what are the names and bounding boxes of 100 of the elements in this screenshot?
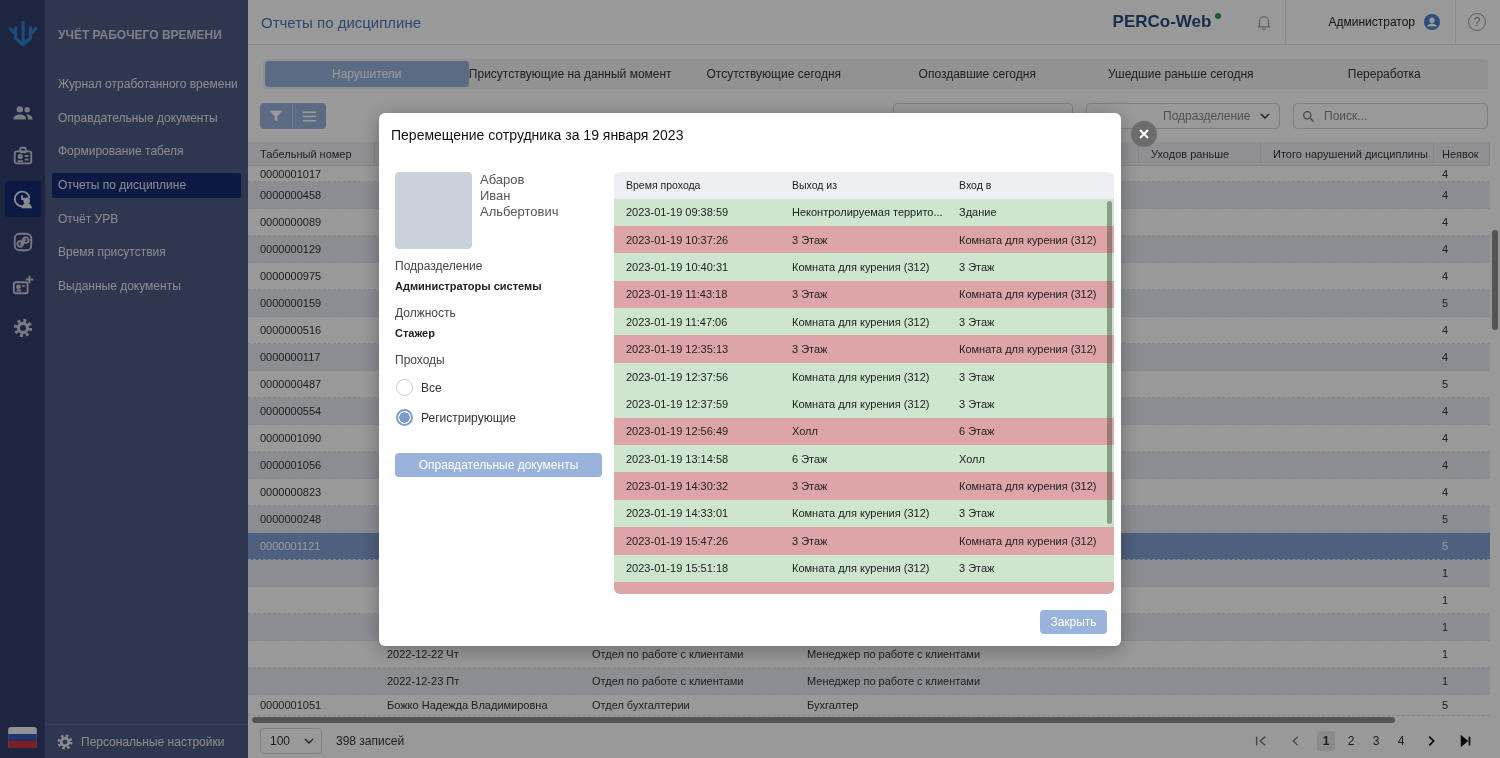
search-field[interactable]: Поиск... [1293, 103, 1488, 129]
chain-link-icon [11, 231, 34, 253]
table-cell-text: 4 [1441, 167, 1450, 180]
pass-row[interactable]: 2023-01-19 14:30:32 3 Этаж Комната для курения (312) [614, 472, 1114, 500]
flag-icon[interactable] [8, 727, 37, 748]
table-cell-text: 2023-01-19 14:30:32 [626, 480, 730, 493]
pass-row[interactable]: 2023-01-19 12:35:13 3 Этаж Комната для курения (312) [614, 335, 1114, 363]
table-cell-text: Комната для курения (312) [959, 233, 1098, 246]
table-cell-text: 4 [1441, 189, 1450, 201]
pass-row[interactable]: 2023-01-19 13:14:58 6 Этаж Холл [614, 445, 1114, 473]
table-cell-text: Комната для курения (312) [792, 397, 931, 410]
pass-row[interactable]: 2023-01-19 09:38:59 Неконтролируемая террито... Здание [614, 198, 1114, 226]
employee-name: Абаров [480, 171, 526, 188]
pass-row[interactable]: 2023-01-19 10:37:26 3 Этаж Комната для курения (312) [614, 225, 1114, 254]
table-cell-text: 4 [1441, 270, 1450, 282]
report-tab[interactable]: Переработка [1282, 61, 1486, 87]
columns-menu-button[interactable] [293, 103, 326, 129]
table-cell-text: 3 Этаж [792, 233, 829, 246]
page-number[interactable]: 1 [1317, 731, 1335, 751]
pass-row[interactable]: 2023-01-19 15:47:26 3 Этаж Комната для курения (312) [614, 527, 1114, 555]
page-size-select[interactable]: 100 [260, 728, 322, 754]
gear-icon[interactable] [56, 732, 74, 751]
table-cell-text: Неконтролируемая террито... [792, 206, 944, 219]
column-header: Вход в [959, 179, 993, 191]
table-cell-text: 0000001051 [259, 699, 323, 711]
dialog-title: Перемещение сотрудника за 19 января 2023 [391, 126, 685, 143]
report-tab[interactable]: Отсутствующие сегодня [672, 61, 876, 87]
table-cell-text: 2023-01-19 12:56:49 [626, 425, 730, 438]
table-cell-text: 4 [1441, 405, 1450, 417]
sidebar-item[interactable]: Отчеты по дисциплине [52, 173, 241, 199]
pass-row[interactable]: 2023-01-19 14:33:01 Комната для курения (312) 3 Этаж [614, 499, 1114, 528]
table-cell-text: 3 Этаж [792, 343, 829, 356]
table-cell-text: 3 Этаж [959, 315, 996, 328]
table-cell-text: 2023-01-19 12:35:13 [626, 343, 730, 356]
pass-row[interactable]: 2023-01-19 12:37:59 Комната для курения (312) 3 Этаж [614, 390, 1114, 418]
table-cell-text: 0000000089 [259, 216, 323, 228]
radio-label[interactable]: Все [421, 380, 442, 395]
radio-button[interactable] [396, 379, 413, 396]
table-cell-text: 2023-01-19 15:51:18 [626, 562, 730, 575]
table-cell-text: 2023-01-19 10:37:26 [626, 233, 730, 246]
table-cell-text: 3 Этаж [959, 507, 996, 520]
table-cell-text: 0000000554 [259, 405, 323, 417]
person-clock-nav-button[interactable] [4, 181, 41, 217]
last-page-icon[interactable] [1459, 734, 1473, 748]
table-cell-text: Холл [792, 425, 819, 438]
pass-row[interactable]: 2023-01-19 12:56:49 Холл 6 Этаж [614, 417, 1114, 445]
table-cell-text: 3 Этаж [959, 397, 996, 410]
user-name[interactable]: Администратор [1286, 15, 1423, 29]
table-cell-text: 2023-01-19 11:43:18 [626, 288, 729, 301]
search-icon [1302, 110, 1315, 123]
table-cell-text: 5 [1441, 699, 1450, 711]
table-cell-text: Комната для курения (312) [959, 534, 1098, 547]
user-avatar-icon[interactable] [1423, 13, 1441, 31]
table-cell-text: 1 [1441, 567, 1450, 579]
table-cell-text: 6 Этаж [959, 425, 996, 438]
table-cell-text: 0000001121 [259, 540, 322, 552]
settings-link[interactable]: Персональные настройки [81, 734, 225, 749]
column-header: Табельный номер [248, 142, 375, 165]
table-cell-text: 3 Этаж [792, 534, 829, 547]
gear-icon [11, 317, 34, 339]
sidebar-item[interactable]: Журнал отработанного времени [52, 72, 241, 97]
pass-row[interactable]: 2023-01-19 11:47:06 Комната для курения (312) 3 Этаж [614, 308, 1114, 336]
sidebar-item[interactable]: Оправдательные документы [52, 105, 241, 131]
table-cell-text: 2023-01-19 12:37:59 [626, 397, 730, 410]
table-cell-text: Отдел бухгалтерии [591, 699, 691, 711]
field-value: Администраторы системы [395, 278, 543, 294]
table-row[interactable]: 2022-12-23 Пт Отдел по работе с клиентами Менеджер по работе с клиентами 1 [248, 668, 1490, 695]
table-cell-text: 4 [1441, 351, 1450, 363]
sidebar-item[interactable]: Формирование табеля [52, 139, 241, 165]
report-tab[interactable]: Опоздавшие сегодня [875, 61, 1079, 87]
table-cell-text: Комната для курения (312) [792, 370, 931, 383]
table-cell-text: 2022-12-23 Пт [386, 675, 461, 687]
sidebar-item[interactable]: Выданные документы [52, 274, 241, 300]
table-cell-text: 0000000516 [259, 324, 323, 336]
table-row[interactable]: 0000001051 Божко Надежда Владимировна Отдел бухгалтерии Бухгалтер 5 [248, 695, 1490, 716]
first-page-icon[interactable] [1254, 734, 1268, 748]
sidebar-item[interactable]: Время присутствия [52, 240, 241, 266]
sidebar-item[interactable]: Отчёт УРВ [52, 206, 241, 232]
table-cell-text: Комната для курения (312) [792, 562, 931, 575]
pass-row[interactable]: 2023-01-19 12:37:56 Комната для курения (312) 3 Этаж [614, 362, 1114, 391]
table-cell-text: 2023-01-19 11:47:06 [626, 315, 729, 328]
employee-name: Альбертович [480, 203, 559, 220]
table-cell-text: 3 Этаж [959, 370, 996, 383]
page-number[interactable]: 4 [1392, 731, 1410, 751]
app-logo-icon [6, 18, 39, 48]
page-number[interactable]: 2 [1342, 731, 1360, 751]
report-tab[interactable]: Ушедшие раньше сегодня [1079, 61, 1283, 87]
radio-label[interactable]: Регистрирующие [421, 410, 516, 425]
table-cell-text: 3 Этаж [959, 260, 996, 273]
bell-icon[interactable] [1255, 13, 1274, 31]
page-number[interactable]: 3 [1367, 731, 1385, 751]
report-tab[interactable]: Присутствующие на данный момент [468, 61, 672, 87]
table-cell-text: 5 [1441, 513, 1450, 525]
table-cell-text: 3 Этаж [959, 562, 996, 575]
pass-row[interactable]: 2023-01-19 15:51:18 Комната для курения (312) 3 Этаж [614, 554, 1114, 582]
filter-button[interactable] [260, 103, 293, 129]
radio-button[interactable] [396, 409, 413, 426]
pass-row[interactable]: 2023-01-19 11:43:18 3 Этаж Комната для курения (312) [614, 280, 1114, 309]
field-value: Стажер [395, 325, 436, 341]
pass-row[interactable]: 2023-01-19 10:40:31 Комната для курения (312) 3 Этаж [614, 253, 1114, 281]
